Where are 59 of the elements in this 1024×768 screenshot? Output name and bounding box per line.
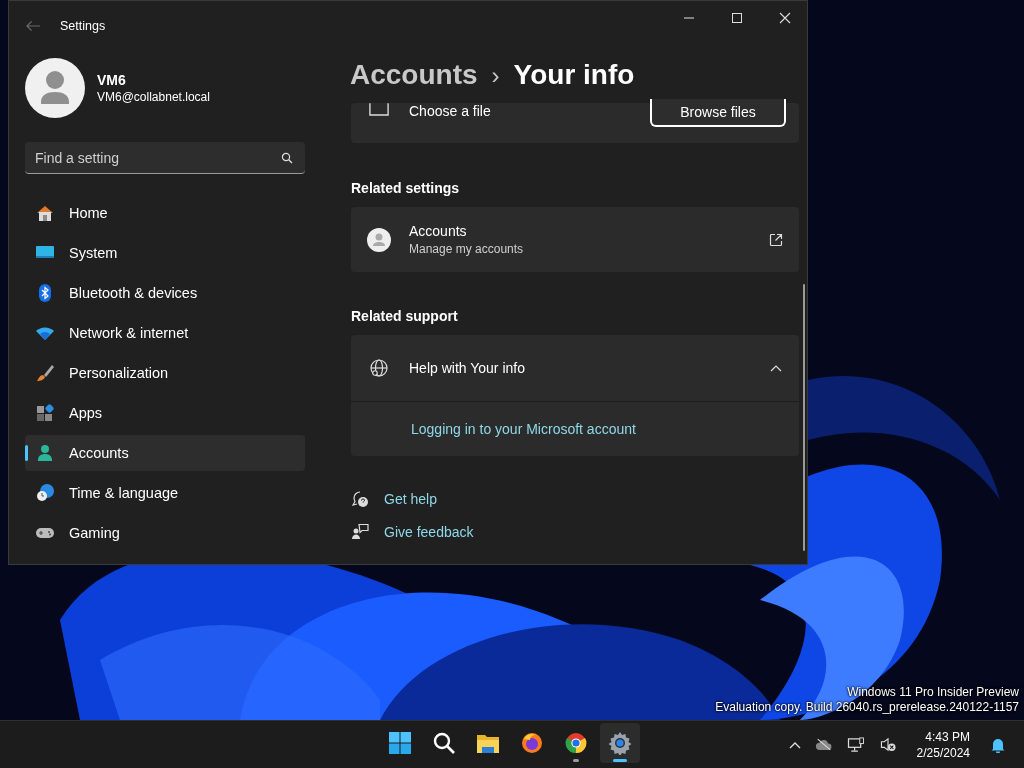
help-link[interactable]: Logging in to your Microsoft account: [411, 421, 636, 437]
external-link-icon: [769, 232, 783, 247]
nav-item[interactable]: Accounts: [25, 435, 305, 471]
clock-globe-icon: [35, 483, 55, 503]
back-icon[interactable]: [26, 20, 41, 32]
user-name: VM6: [97, 72, 127, 88]
avatar-icon: [367, 227, 391, 252]
brush-icon: [35, 363, 55, 383]
breadcrumb-separator: ›: [491, 62, 500, 90]
taskbar-app[interactable]: [600, 723, 640, 763]
settings-icon: [608, 731, 632, 755]
feedback-icon: [351, 523, 369, 541]
nav-item[interactable]: Personalization: [25, 355, 305, 391]
nav-item[interactable]: System: [25, 235, 305, 271]
expander-header[interactable]: Help with Your info: [351, 335, 799, 402]
avatar-icon: [25, 58, 85, 118]
close-icon[interactable]: [779, 12, 791, 24]
row-label: Choose a file: [409, 103, 491, 119]
scrollbar[interactable]: [803, 284, 805, 551]
window-title: Settings: [60, 19, 106, 33]
nav-item[interactable]: Apps: [25, 395, 305, 431]
browser-icon: [520, 731, 544, 755]
search-field[interactable]: Find a setting: [25, 142, 305, 174]
maximize-icon[interactable]: [731, 12, 743, 24]
muted-speaker-icon[interactable]: [878, 737, 897, 752]
clock-date[interactable]: 2/25/2024: [916, 744, 970, 761]
nav-item[interactable]: Gaming: [25, 515, 305, 551]
chevron-up-icon[interactable]: [788, 740, 801, 749]
nav-item[interactable]: Bluetooth & devices: [25, 275, 305, 311]
bell-icon[interactable]: [990, 736, 1006, 753]
search-icon: [432, 731, 456, 755]
nav-item[interactable]: Home: [25, 195, 305, 231]
search-icon: [281, 152, 293, 164]
house-icon: [35, 203, 55, 223]
page-title: Your info: [513, 59, 635, 91]
browser-icon: [564, 731, 588, 755]
help-icon: [351, 490, 369, 508]
chevron-icon: [770, 364, 782, 372]
nav-item[interactable]: Time & language: [25, 475, 305, 511]
card-title: Accounts: [409, 223, 468, 239]
apps-icon: [35, 403, 55, 423]
browse-button[interactable]: Browse files: [650, 99, 786, 127]
section-heading: Related support: [351, 308, 459, 324]
person-icon: [35, 443, 55, 463]
footer-link[interactable]: Get help: [384, 491, 437, 507]
file-icon: [369, 103, 389, 116]
network-icon[interactable]: [846, 737, 865, 752]
footer-link[interactable]: Give feedback: [384, 524, 474, 540]
breadcrumb-parent[interactable]: Accounts: [350, 59, 478, 91]
globe-icon: [369, 358, 389, 378]
windows-logo-icon: [388, 731, 412, 755]
section-heading: Related settings: [351, 180, 461, 196]
desktop-notice: Evaluation copy. Build 26040.rs_prerelease.240122-1157: [715, 700, 1019, 715]
clock-time[interactable]: 4:43 PM: [925, 728, 970, 745]
user-email: VM6@collabnet.local: [97, 90, 210, 104]
settings-link-card[interactable]: Accounts Manage my accounts: [351, 207, 799, 272]
nav-item[interactable]: Network & internet: [25, 315, 305, 351]
card-subtitle: Manage my accounts: [409, 242, 524, 256]
cloud-icon[interactable]: [814, 737, 833, 752]
